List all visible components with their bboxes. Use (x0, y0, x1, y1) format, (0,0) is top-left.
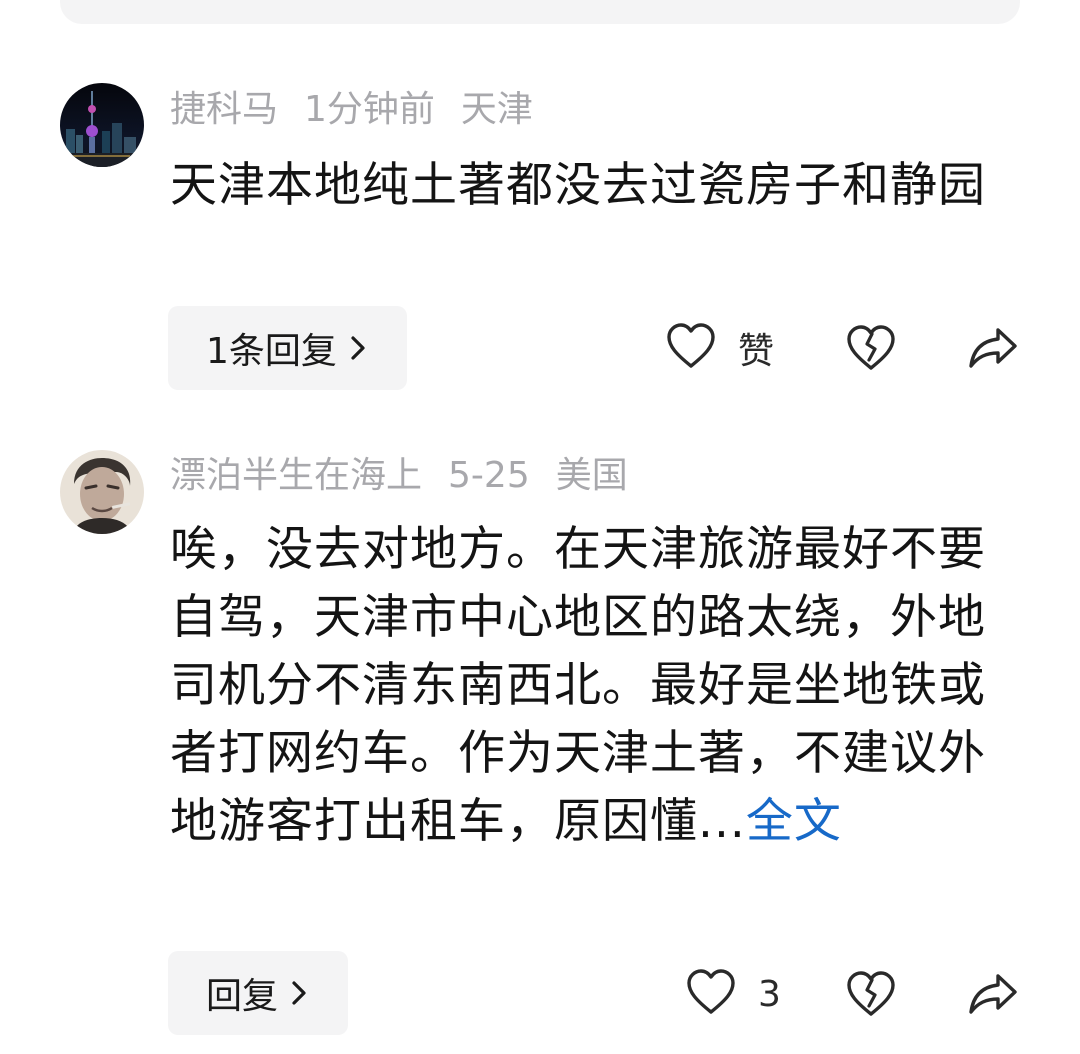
expand-full-text-link[interactable]: 全文 (746, 794, 842, 849)
comment-meta: 捷科马 1分钟前 天津 (170, 84, 533, 136)
chevron-right-icon (290, 979, 308, 1007)
comment-text[interactable]: 天津本地纯土著都没去过瓷房子和静园 (170, 152, 990, 220)
like-button[interactable]: 赞 (666, 322, 774, 374)
comment-meta: 漂泊半生在海上 5-25 美国 (170, 450, 628, 502)
reply-button[interactable]: 回复 (168, 951, 349, 1035)
dislike-button[interactable] (846, 970, 896, 1022)
username[interactable]: 漂泊半生在海上 (170, 455, 422, 496)
comment-location: 天津 (460, 89, 533, 130)
comment-list: 捷科马 1分钟前 天津 天津本地纯土著都没去过瓷房子和静园 1条回复 赞 漂泊半… (0, 0, 1080, 1054)
comment-body: 唉，没去对地方。在天津旅游最好不要自驾，天津市中心地区的路太绕，外地司机分不清东… (170, 522, 986, 849)
like-button[interactable]: 3 (686, 968, 781, 1020)
broken-heart-icon (846, 970, 896, 1022)
broken-heart-icon (846, 324, 896, 376)
comment-location: 美国 (555, 455, 628, 496)
comment-time: 1分钟前 (304, 89, 435, 130)
city-night-skyline-avatar (60, 83, 144, 167)
elderly-man-portrait-avatar (60, 450, 144, 534)
reply-button-label: 回复 (206, 976, 279, 1017)
comment-text[interactable]: 唉，没去对地方。在天津旅游最好不要自驾，天津市中心地区的路太绕，外地司机分不清东… (170, 516, 990, 856)
dislike-button[interactable] (846, 324, 896, 376)
view-replies-button[interactable]: 1条回复 (168, 306, 407, 390)
comment-body: 天津本地纯土著都没去过瓷房子和静园 (170, 158, 986, 213)
heart-outline-icon (686, 968, 736, 1020)
share-button[interactable] (968, 972, 1018, 1020)
like-count: 3 (758, 973, 781, 1015)
previous-card (60, 0, 1020, 24)
share-button[interactable] (968, 326, 1018, 374)
comment-time: 5-25 (448, 455, 530, 496)
heart-outline-icon (666, 322, 716, 374)
like-label: 赞 (738, 331, 775, 372)
reply-button-label: 1条回复 (206, 331, 337, 372)
chevron-right-icon (349, 334, 367, 362)
share-arrow-icon (968, 326, 1018, 374)
avatar[interactable] (60, 83, 144, 167)
username[interactable]: 捷科马 (170, 89, 278, 130)
share-arrow-icon (968, 972, 1018, 1020)
avatar[interactable] (60, 450, 144, 534)
